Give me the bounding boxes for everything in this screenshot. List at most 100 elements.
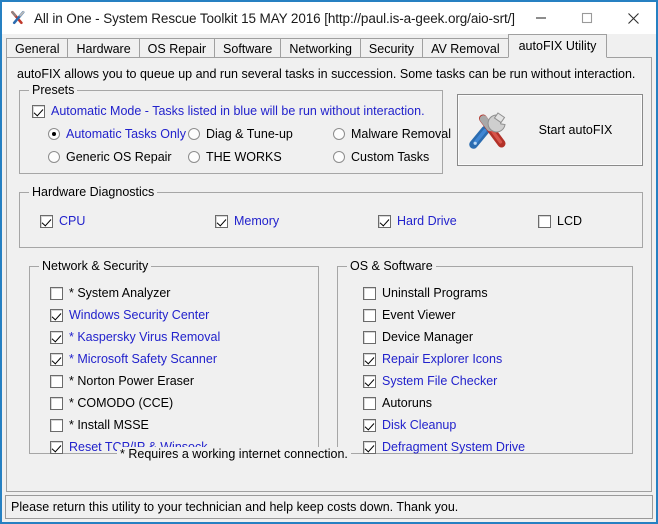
checkbox-uninstall-programs[interactable]: [363, 287, 376, 300]
radio-custom-tasks[interactable]: [333, 151, 345, 164]
ossoft-checkbox-row-defragment-system-drive[interactable]: Defragment System Drive: [363, 441, 525, 454]
minimize-button[interactable]: [518, 2, 564, 34]
screwdriver-wrench-icon: [463, 103, 517, 157]
netsec-checkbox-row-microsoft-safety-scanner[interactable]: * Microsoft Safety Scanner: [50, 353, 217, 366]
netsec-checkbox-row-kaspersky-virus-removal[interactable]: * Kaspersky Virus Removal: [50, 331, 220, 344]
tab-software[interactable]: Software: [214, 38, 282, 59]
checkbox-label-microsoft-safety-scanner: * Microsoft Safety Scanner: [69, 352, 217, 367]
checkbox-windows-security-center[interactable]: [50, 309, 63, 322]
hardware-diagnostics-group: Hardware Diagnostics CPU Memory Hard Dri…: [19, 185, 643, 248]
checkbox-label-event-viewer: Event Viewer: [382, 308, 456, 323]
ossoft-checkbox-row-system-file-checker[interactable]: System File Checker: [363, 375, 497, 388]
start-autofix-label: Start autoFIX: [538, 123, 613, 137]
network-security-group-title: Network & Security: [39, 259, 152, 273]
checkbox-defragment-system-drive[interactable]: [363, 441, 376, 454]
radio-label-custom-tasks: Custom Tasks: [351, 150, 430, 164]
preset-radio-diag-tune-up[interactable]: Diag & Tune-up: [188, 128, 293, 141]
netsec-checkbox-row-system-analyzer[interactable]: * System Analyzer: [50, 287, 170, 300]
checkbox-label-comodo-cce: * COMODO (CCE): [69, 396, 174, 411]
tab-general[interactable]: General: [6, 38, 69, 59]
checkbox-system-file-checker[interactable]: [363, 375, 376, 388]
ossoft-checkbox-row-device-manager[interactable]: Device Manager: [363, 331, 473, 344]
checkbox-label-cpu: CPU: [59, 214, 86, 229]
checkbox-label-system-analyzer: * System Analyzer: [69, 286, 171, 301]
automatic-mode-checkbox[interactable]: [32, 105, 45, 118]
internet-connection-footnote: * Requires a working internet connection…: [117, 447, 351, 461]
radio-diag-tune-up[interactable]: [188, 128, 200, 141]
start-autofix-button[interactable]: Start autoFIX: [457, 94, 643, 166]
hardware-checkbox-row-cpu[interactable]: CPU: [40, 215, 85, 228]
maximize-button[interactable]: [564, 2, 610, 34]
tab-av-removal[interactable]: AV Removal: [422, 38, 509, 59]
ossoft-checkbox-row-autoruns[interactable]: Autoruns: [363, 397, 432, 410]
checkbox-device-manager[interactable]: [363, 331, 376, 344]
checkbox-label-repair-explorer-icons: Repair Explorer Icons: [382, 352, 503, 367]
checkbox-label-windows-security-center: Windows Security Center: [69, 308, 210, 323]
tab-os-repair[interactable]: OS Repair: [138, 38, 216, 59]
checkbox-label-device-manager: Device Manager: [382, 330, 474, 345]
ossoft-checkbox-row-uninstall-programs[interactable]: Uninstall Programs: [363, 287, 488, 300]
checkbox-comodo-cce[interactable]: [50, 397, 63, 410]
application-window: All in One - System Rescue Toolkit 15 MA…: [0, 0, 658, 524]
tab-autofix-utility[interactable]: autoFIX Utility: [507, 34, 608, 58]
checkbox-norton-power-eraser[interactable]: [50, 375, 63, 388]
checkbox-event-viewer[interactable]: [363, 309, 376, 322]
hardware-checkbox-row-hard-drive[interactable]: Hard Drive: [378, 215, 457, 228]
checkbox-cpu[interactable]: [40, 215, 53, 228]
title-bar: All in One - System Rescue Toolkit 15 MA…: [2, 2, 656, 34]
checkbox-label-lcd: LCD: [557, 214, 583, 229]
radio-automatic-tasks-only[interactable]: [48, 128, 60, 141]
checkbox-lcd[interactable]: [538, 215, 551, 228]
checkbox-label-system-file-checker: System File Checker: [382, 374, 498, 389]
crossed-tools-icon: [9, 9, 27, 27]
netsec-checkbox-row-install-msse[interactable]: * Install MSSE: [50, 419, 149, 432]
os-software-group: OS & Software Uninstall Programs Event V…: [337, 259, 633, 454]
checkbox-install-msse[interactable]: [50, 419, 63, 432]
checkbox-disk-cleanup[interactable]: [363, 419, 376, 432]
checkbox-repair-explorer-icons[interactable]: [363, 353, 376, 366]
automatic-mode-label: Automatic Mode - Tasks listed in blue wi…: [51, 104, 425, 119]
intro-text: autoFIX allows you to queue up and run s…: [17, 67, 636, 81]
tab-bar: General Hardware OS Repair Software Netw…: [6, 34, 652, 59]
checkbox-label-memory: Memory: [234, 214, 280, 229]
netsec-checkbox-row-comodo-cce[interactable]: * COMODO (CCE): [50, 397, 173, 410]
ossoft-checkbox-row-repair-explorer-icons[interactable]: Repair Explorer Icons: [363, 353, 502, 366]
checkbox-label-kaspersky-virus-removal: * Kaspersky Virus Removal: [69, 330, 221, 345]
radio-malware-removal[interactable]: [333, 128, 345, 141]
checkbox-microsoft-safety-scanner[interactable]: [50, 353, 63, 366]
checkbox-label-defragment-system-drive: Defragment System Drive: [382, 440, 526, 455]
checkbox-autoruns[interactable]: [363, 397, 376, 410]
tab-panel-autofix-utility: autoFIX allows you to queue up and run s…: [6, 58, 652, 492]
preset-radio-generic-os-repair[interactable]: Generic OS Repair: [48, 151, 172, 164]
radio-the-works[interactable]: [188, 151, 200, 164]
tab-networking[interactable]: Networking: [280, 38, 361, 59]
radio-label-automatic-tasks-only: Automatic Tasks Only: [66, 127, 186, 141]
window-title: All in One - System Rescue Toolkit 15 MA…: [34, 10, 515, 26]
preset-radio-malware-removal[interactable]: Malware Removal: [333, 128, 451, 141]
radio-label-the-works: THE WORKS: [206, 150, 282, 164]
netsec-checkbox-row-windows-security-center[interactable]: Windows Security Center: [50, 309, 209, 322]
tab-security[interactable]: Security: [359, 38, 424, 59]
ossoft-checkbox-row-disk-cleanup[interactable]: Disk Cleanup: [363, 419, 456, 432]
window-controls: [518, 2, 656, 34]
automatic-mode-checkbox-row[interactable]: Automatic Mode - Tasks listed in blue wi…: [32, 105, 425, 118]
ossoft-checkbox-row-event-viewer[interactable]: Event Viewer: [363, 309, 455, 322]
netsec-checkbox-row-norton-power-eraser[interactable]: * Norton Power Eraser: [50, 375, 194, 388]
status-bar: Please return this utility to your techn…: [5, 495, 653, 519]
hardware-checkbox-row-lcd[interactable]: LCD: [538, 215, 582, 228]
hardware-checkbox-row-memory[interactable]: Memory: [215, 215, 279, 228]
preset-radio-custom-tasks[interactable]: Custom Tasks: [333, 151, 429, 164]
checkbox-system-analyzer[interactable]: [50, 287, 63, 300]
close-button[interactable]: [610, 2, 656, 34]
tab-hardware[interactable]: Hardware: [67, 38, 140, 59]
checkbox-label-install-msse: * Install MSSE: [69, 418, 149, 433]
preset-radio-automatic-tasks-only[interactable]: Automatic Tasks Only: [48, 128, 186, 141]
checkbox-hard-drive[interactable]: [378, 215, 391, 228]
checkbox-memory[interactable]: [215, 215, 228, 228]
radio-label-malware-removal: Malware Removal: [351, 127, 452, 141]
checkbox-kaspersky-virus-removal[interactable]: [50, 331, 63, 344]
presets-group: Presets Automatic Mode - Tasks listed in…: [19, 83, 451, 174]
radio-generic-os-repair[interactable]: [48, 151, 60, 164]
preset-radio-the-works[interactable]: THE WORKS: [188, 151, 282, 164]
checkbox-reset-tcpip-winsock[interactable]: [50, 441, 63, 454]
